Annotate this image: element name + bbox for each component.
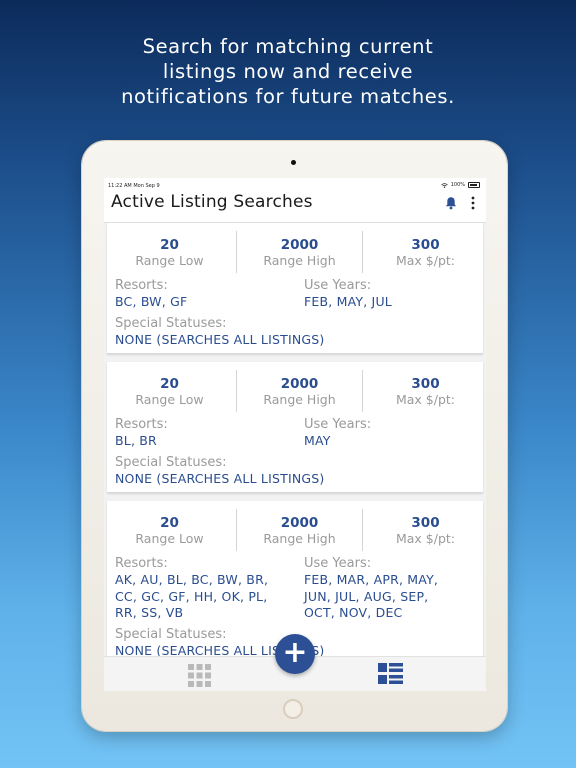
max-price-value: 300 [411,376,440,392]
range-low-label: Range Low [135,253,204,268]
resorts-value: BL, BR [115,433,157,448]
bell-icon[interactable] [444,196,458,210]
range-high-stat: 2000 Range High [236,509,362,551]
special-statuses-label: Special Statuses: [115,627,227,642]
search-stats: 20 Range Low 2000 Range High 300 Max $/p… [107,509,483,551]
max-price-label: Max $/pt: [395,253,456,268]
search-card[interactable]: 20 Range Low 2000 Range High 300 Max $/p… [107,362,483,493]
max-price-stat: 300 Max $/pt: [362,231,486,273]
resorts-label: Resorts: [115,278,168,293]
range-high-stat: 2000 Range High [236,231,362,273]
range-low-value: 20 [160,237,179,253]
max-price-stat: 300 Max $/pt: [362,370,486,412]
resorts-value-line-1: AK, AU, BL, BC, BW, BR, [115,572,269,587]
range-high-value: 2000 [280,376,319,392]
range-high-value: 2000 [280,515,319,531]
front-camera [291,160,296,165]
range-high-label: Range High [263,392,336,407]
resorts-label: Resorts: [115,556,168,571]
use-years-value-line-1: FEB, MAR, APR, MAY, [304,572,439,587]
range-low-stat: 20 Range Low [107,370,232,412]
home-button[interactable] [283,699,303,719]
resorts-value-line-2: CC, GC, GF, HH, OK, PL, [115,588,268,604]
app-screen: 11:22 AM Mon Sep 9 100% Active Listing S… [104,178,486,691]
status-indicators: 100% [440,182,480,188]
use-years-label: Use Years: [304,417,372,432]
promo-line-2: listings now and receive [162,60,414,83]
wifi-icon [440,182,448,188]
range-low-label: Range Low [135,392,204,407]
search-list[interactable]: 20 Range Low 2000 Range High 300 Max $/p… [104,223,486,656]
navigation-bar: Active Listing Searches [104,190,486,223]
status-time: 11:22 AM Mon Sep 9 [108,183,160,189]
use-years-value-line-2: JUN, JUL, AUG, SEP, [304,588,429,604]
max-price-stat: 300 Max $/pt: [362,509,486,551]
use-years-value: MAY [304,433,331,448]
range-low-value: 20 [160,515,179,531]
search-stats: 20 Range Low 2000 Range High 300 Max $/p… [107,231,483,273]
range-low-stat: 20 Range Low [107,231,232,273]
battery-icon [468,182,480,188]
promo-line-1: Search for matching current [142,35,434,58]
battery-percent: 100% [450,182,465,188]
list-icon[interactable] [378,663,403,685]
resorts-value-line-3: RR, SS, VB [115,605,184,620]
special-statuses-label: Special Statuses: [115,455,227,470]
max-price-label: Max $/pt: [395,392,456,407]
use-years-value-line-3: OCT, NOV, DEC [304,605,403,620]
more-vertical-icon[interactable] [468,195,478,211]
page-title: Active Listing Searches [111,192,313,212]
promo-headline: Search for matching current listings now… [0,34,576,109]
max-price-value: 300 [411,237,440,253]
special-statuses-value: NONE (SEARCHES ALL LISTINGS) [115,332,325,347]
resorts-value: BC, BW, GF [115,294,188,309]
use-years-value: FEB, MAY, JUL [304,294,392,309]
max-price-label: Max $/pt: [395,531,456,546]
use-years-label: Use Years: [304,556,372,571]
search-card[interactable]: 20 Range Low 2000 Range High 300 Max $/p… [107,223,483,354]
use-years-label: Use Years: [304,278,372,293]
search-stats: 20 Range Low 2000 Range High 300 Max $/p… [107,370,483,412]
range-high-label: Range High [263,531,336,546]
max-price-value: 300 [411,515,440,531]
range-high-value: 2000 [280,237,319,253]
promo-line-3: notifications for future matches. [121,85,455,108]
grid-icon[interactable] [187,663,212,688]
range-high-label: Range High [263,253,336,268]
status-bar: 11:22 AM Mon Sep 9 100% [104,178,486,190]
range-high-stat: 2000 Range High [236,370,362,412]
range-low-value: 20 [160,376,179,392]
resorts-label: Resorts: [115,417,168,432]
special-statuses-value: NONE (SEARCHES ALL LISTINGS) [115,471,325,486]
add-search-button[interactable]: + [275,634,315,674]
search-card[interactable]: 20 Range Low 2000 Range High 300 Max $/p… [107,501,483,656]
range-low-label: Range Low [135,531,204,546]
range-low-stat: 20 Range Low [107,509,232,551]
special-statuses-label: Special Statuses: [115,316,227,331]
